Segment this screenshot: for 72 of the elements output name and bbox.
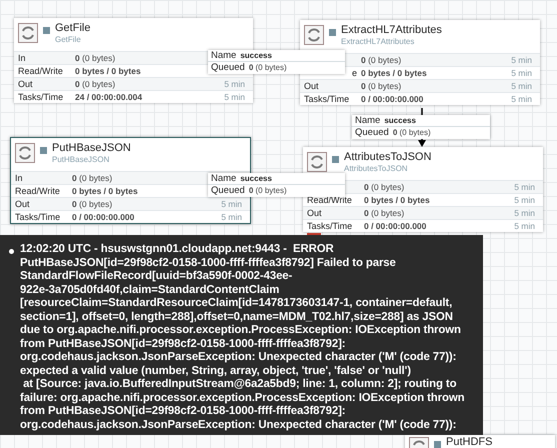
stat-time: 5 min (224, 80, 245, 88)
processor-name: PutHDFS (446, 437, 492, 448)
stat-time: 5 min (511, 56, 532, 64)
stat-time: 5 min (514, 196, 535, 204)
processor-card[interactable]: AttributesToJSON AttributesToJSON 0 (0 bytes) 5 min Read/Write 0 bytes / 0 bytes 5 min Out 0 (0 bytes) 5 min Tasks/Time 0 / 00:00:00.000 5 min (303, 147, 543, 232)
stat-time: 5 min (511, 94, 532, 104)
stat-label: Read/Write (307, 196, 352, 204)
processor-type: AttributesToJSON (344, 165, 409, 173)
connection-label[interactable]: Name success Queued 0 (0 bytes) (352, 115, 490, 139)
stat-value: 0 / 00:00:00.000 (361, 94, 424, 104)
connection-name-label: Name (211, 174, 236, 184)
queued-label: Queued (211, 186, 245, 196)
stat-value: 0 bytes / 0 bytes (361, 68, 427, 78)
stat-value: 0 (0 bytes) (361, 56, 402, 64)
queued-value: 0 (0 bytes) (248, 187, 287, 195)
stat-label: Tasks/Time (304, 94, 350, 104)
stat-value: 24 / 00:00:00.004 (75, 92, 142, 102)
stat-label: Out (307, 208, 322, 218)
stat-label: In (15, 174, 23, 182)
stat-label: Read/Write (18, 66, 63, 76)
stat-label: Out (18, 80, 33, 88)
connection-label[interactable]: Name success Queued 0 (0 bytes) (208, 173, 345, 197)
stat-label: Out (15, 200, 30, 208)
stat-time: 5 min (511, 68, 532, 78)
processor-icon (15, 143, 35, 163)
queued-value: 0 (0 bytes) (392, 129, 431, 137)
processor-name: AttributesToJSON (344, 152, 432, 163)
stat-time: 5 min (511, 82, 532, 90)
processor-type: PutHBaseJSON (52, 156, 110, 164)
stat-value: 0 (0 bytes) (72, 200, 112, 208)
processor-name: ExtractHL7Attributes (341, 25, 442, 36)
stat-label: e (352, 68, 357, 78)
error-message: 12:02:20 UTC - hsuswstgnn01.cloudapp.net:9443 - ERROR PutHBaseJSON[id=29f98cf2-0158-1000-ffff-ffffea3f8792] Failed to parse StandardFlowFileRecord[uuid=bf3a590f-0002-43ee- 922e-3a705d0fd40f,claim=StandardContentClaim [resourceClaim=StandardResourceClaim[id=1478173603147-1, container=default, section=1], offset=0, length=288],offset=0,name=MDM_T02.hl7,size=288] as JSON due to org.apache.nifi.processor.exception.ProcessException: IOException thrown from PutHBaseJSON[id=29f98cf2-0158-1000-ffff-ffffea3f8792]: org.codehaus.jackson.JsonParseException: Unexpected character ('M' (code 77)): expected a valid value (number, String, array, object, 'true', 'false' or 'null') at [Source: java.io.BufferedInputStream@6a2a5bd9; line: 1, column: 2]; routing to failure: org.apache.nifi.processor.exception.ProcessException: IOException thrown from PutHBaseJSON[id=29f98cf2-0158-1000-ffff-ffffea3f8792]: org.codehaus.jackson.JsonParseException: Unexpected character ('M' (code 77)): (20, 243, 464, 432)
processor-type: ExtractHL7Attributes (341, 38, 416, 46)
stat-value: 0 (0 bytes) (75, 54, 116, 62)
stat-value: 0 bytes / 0 bytes (364, 196, 430, 204)
stat-label: Tasks/Time (15, 212, 60, 222)
stat-value: 0 (0 bytes) (72, 174, 112, 182)
stat-label: Tasks/Time (307, 222, 352, 230)
stat-label: Read/Write (15, 186, 60, 196)
processor-icon (304, 25, 324, 45)
stat-value: 0 (0 bytes) (361, 82, 402, 90)
connection-name-label: Name (355, 116, 380, 126)
stat-value: 0 (0 bytes) (364, 182, 404, 192)
stat-time: 5 min (514, 182, 535, 192)
connection-name: success (384, 116, 416, 124)
processor-card[interactable]: PutHDFS (405, 435, 555, 448)
stat-time: 5 min (514, 222, 535, 230)
stat-value: 0 (0 bytes) (75, 80, 116, 88)
connection-label[interactable]: Name success Queued 0 (0 bytes) (208, 50, 345, 74)
connection-name-label: Name (211, 50, 236, 60)
bullet-icon (9, 249, 14, 254)
queued-label: Queued (355, 128, 389, 138)
processor-name: GetFile (55, 23, 90, 34)
processor-type: GetFile (55, 36, 82, 44)
stat-value: 0 / 00:00:00.000 (364, 222, 426, 230)
stat-time: 5 min (221, 212, 242, 222)
stat-value: 0 (0 bytes) (364, 208, 404, 218)
processor-card[interactable]: ExtractHL7Attributes ExtractHL7Attributes 0 (0 bytes) 5 min e 0 bytes / 0 bytes 5 min Out 0 (0 bytes) 5 min Tasks/Time 0 / 00:00:00.000 5 min (300, 20, 540, 105)
stat-time: 5 min (221, 200, 242, 208)
queued-label: Queued (211, 63, 245, 73)
stat-value: 0 bytes / 0 bytes (75, 66, 141, 76)
processor-icon (307, 152, 327, 172)
stat-label: In (18, 54, 26, 62)
stat-label: Tasks/Time (18, 92, 64, 102)
stat-label: Out (304, 82, 319, 90)
stat-value: 0 / 00:00:00.000 (72, 212, 134, 222)
stat-time: 5 min (224, 92, 245, 102)
processor-name: PutHBaseJSON (52, 143, 131, 154)
stat-value: 0 bytes / 0 bytes (72, 186, 138, 196)
processor-icon (18, 23, 38, 43)
stat-time: 5 min (514, 208, 535, 218)
